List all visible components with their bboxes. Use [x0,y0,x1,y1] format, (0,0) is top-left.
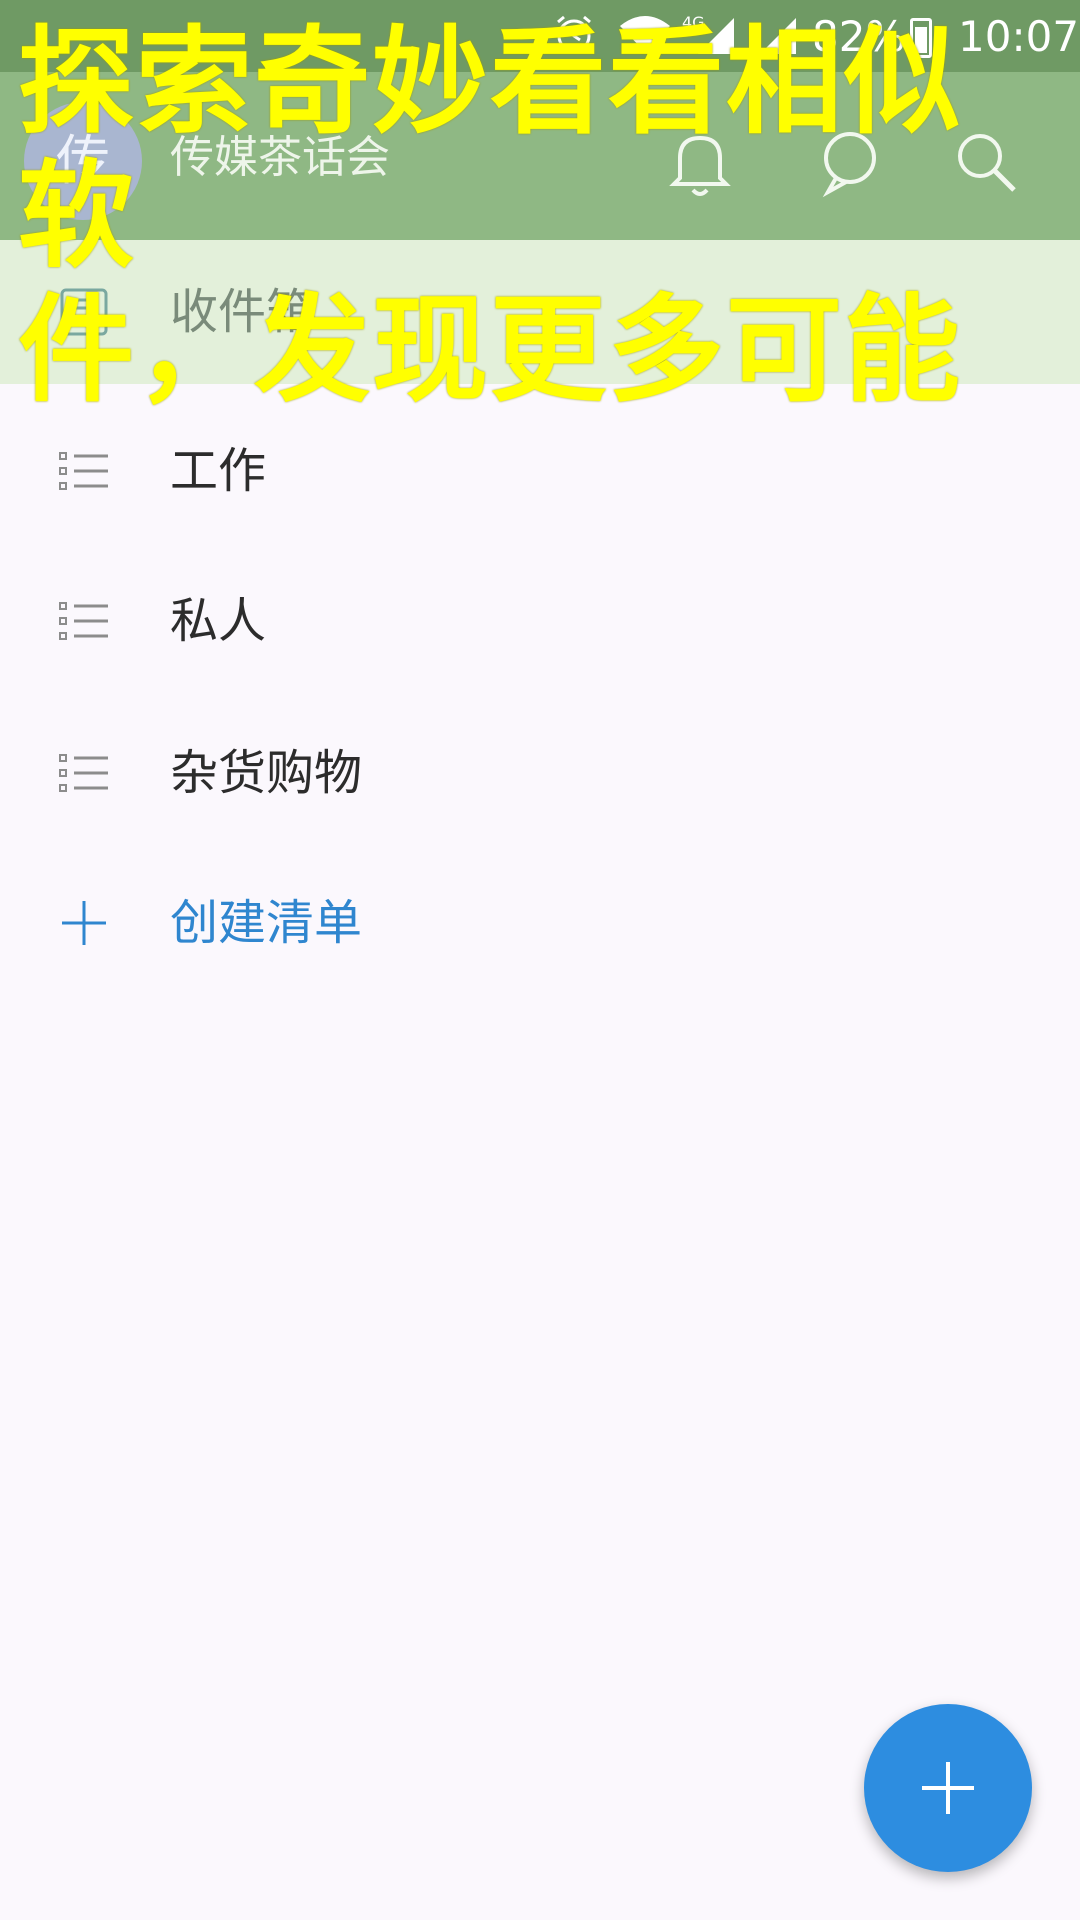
list-icon [58,595,110,647]
create-list-button[interactable]: 创建清单 [0,848,1080,998]
list-icon [58,747,110,799]
promo-line-2: 件，发现更多可能 [18,283,962,418]
promo-line-1: 探索奇妙看看相似软 [18,15,962,284]
list-icon [58,445,110,497]
list-label: 私人 [170,593,267,649]
list-item[interactable]: 私人 [0,546,1080,696]
plus-icon [58,897,110,949]
list-item[interactable]: 杂货购物 [0,698,1080,848]
screen: 4G 82% 10:07 传 传媒茶话会 收件箱 工作 私人 杂货购物 创建清单… [0,0,1080,1920]
create-list-label: 创建清单 [170,895,363,951]
list-item[interactable]: 工作 [0,396,1080,546]
list-label: 杂货购物 [170,745,363,801]
promo-overlay-text: 探索奇妙看看相似软 件，发现更多可能 [18,16,1068,418]
list-label: 工作 [170,443,267,499]
plus-icon [922,1762,974,1814]
add-task-fab[interactable] [864,1704,1032,1872]
